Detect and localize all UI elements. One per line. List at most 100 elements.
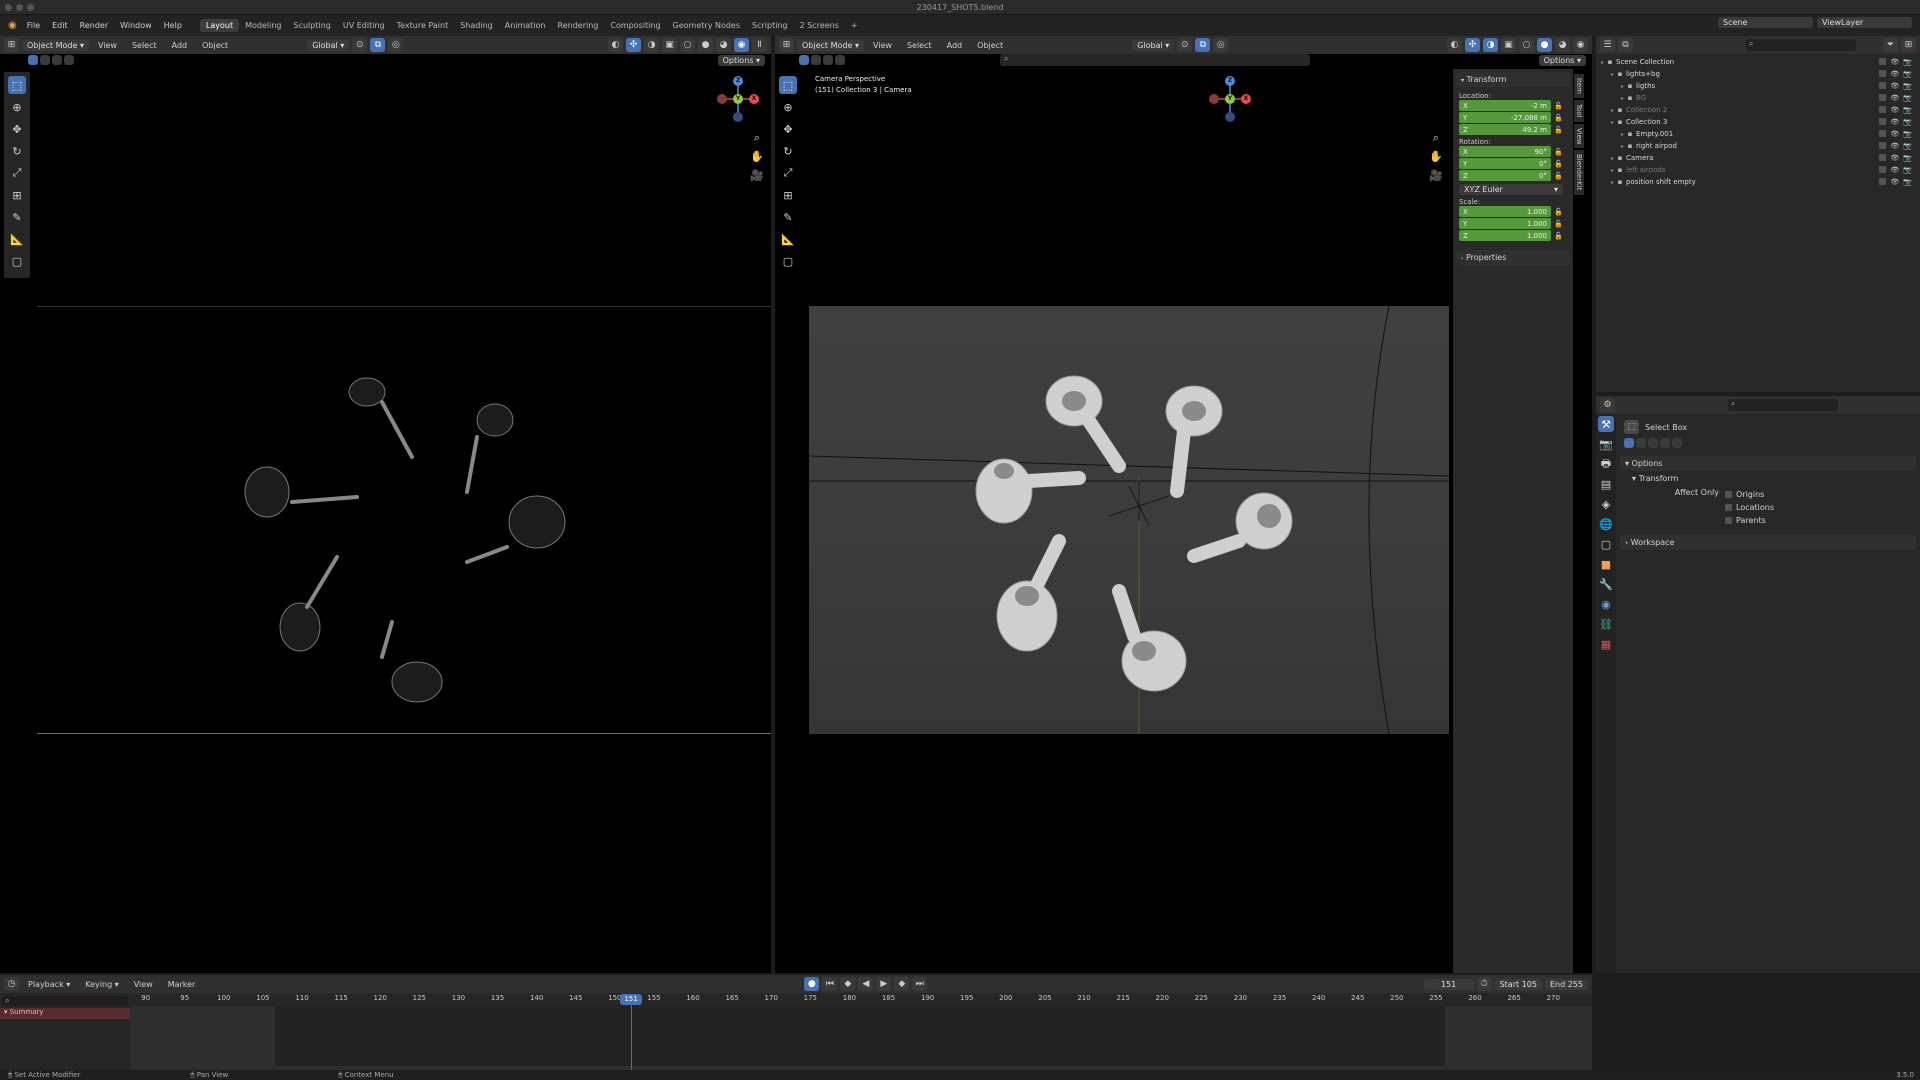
eye-icon[interactable]: 👁: [1890, 70, 1899, 78]
move-tool-icon[interactable]: ✥: [8, 120, 26, 138]
start-frame-field[interactable]: Start 105: [1494, 978, 1542, 990]
render-camera-icon[interactable]: 📷: [1903, 178, 1912, 186]
xray-icon[interactable]: ▣: [1501, 38, 1516, 52]
scene-tab-icon[interactable]: ◈: [1598, 496, 1614, 512]
modifier-tab-icon[interactable]: 🔧: [1598, 576, 1614, 592]
lock-icon[interactable]: 🔓: [1554, 126, 1563, 134]
play-icon[interactable]: ▶: [876, 977, 892, 991]
play-reverse-icon[interactable]: ◀: [858, 977, 874, 991]
eye-icon[interactable]: 👁: [1890, 142, 1899, 150]
menu-object[interactable]: Object: [196, 39, 234, 52]
rendered-shading-icon[interactable]: ◉: [1573, 38, 1588, 52]
gizmo-neg-z[interactable]: [1225, 112, 1235, 122]
checkbox[interactable]: [1725, 491, 1732, 498]
rotation-z-field[interactable]: Z 0°: [1459, 170, 1551, 181]
menu-view[interactable]: View: [867, 39, 898, 52]
lock-icon[interactable]: 🔓: [1554, 160, 1563, 168]
view-layer-tab-icon[interactable]: ▤: [1598, 476, 1614, 492]
cursor-tool-icon[interactable]: ⊕: [779, 98, 797, 116]
channel-search-field[interactable]: ⌕: [2, 996, 128, 1006]
overlay-icon[interactable]: ◑: [1483, 38, 1498, 52]
jump-end-icon[interactable]: ⏭: [912, 977, 928, 991]
menu-help[interactable]: Help: [158, 19, 188, 32]
editor-type-icon[interactable]: ☰: [1600, 38, 1615, 52]
expand-arrow-icon[interactable]: ▸: [1600, 143, 1624, 150]
rotation-y-field[interactable]: Y 0°: [1459, 158, 1551, 169]
blender-logo-icon[interactable]: ◉: [4, 20, 21, 31]
workspace-tab-sculpting[interactable]: Sculpting: [288, 19, 337, 32]
current-frame-field[interactable]: 151: [1423, 978, 1474, 990]
render-camera-icon[interactable]: 📷: [1903, 94, 1912, 102]
pause-render-icon[interactable]: Ⅱ: [752, 38, 767, 52]
workspace-tab-texture-paint[interactable]: Texture Paint: [391, 19, 455, 32]
gizmo-x[interactable]: X: [749, 94, 759, 104]
render-camera-icon[interactable]: 📷: [1903, 154, 1912, 162]
menu-add[interactable]: Add: [166, 39, 194, 52]
add-cube-tool-icon[interactable]: ▢: [8, 252, 26, 270]
left-viewport[interactable]: ⊞ Object Mode ▾ View Select Add Object G…: [0, 36, 771, 973]
eye-icon[interactable]: 👁: [1890, 154, 1899, 162]
playback-menu[interactable]: Playback ▾: [22, 978, 76, 991]
annotate-tool-icon[interactable]: ✎: [8, 208, 26, 226]
lock-icon[interactable]: 🔓: [1554, 102, 1563, 110]
next-keyframe-icon[interactable]: ◆: [894, 977, 910, 991]
marker-menu[interactable]: Marker: [162, 978, 202, 991]
zoom-icon[interactable]: ⌕: [750, 128, 764, 147]
frame-ruler[interactable]: 90 95 100 105 110 115 120 125 130 135 140 145 150 155…: [130, 994, 1592, 1006]
material-shading-icon[interactable]: ◕: [1555, 38, 1570, 52]
expand-arrow-icon[interactable]: ▸: [1600, 179, 1614, 186]
texture-tab-icon[interactable]: ▦: [1598, 636, 1614, 652]
select-box-tool-icon[interactable]: ⬚: [779, 76, 797, 94]
mode-selector[interactable]: Object Mode ▾: [797, 39, 864, 51]
expand-arrow-icon[interactable]: ▸: [1600, 95, 1624, 102]
cursor-tool-icon[interactable]: ⊕: [8, 98, 26, 116]
snap-icon[interactable]: ⧉: [370, 38, 386, 52]
menu-file[interactable]: File: [21, 19, 46, 32]
select-new-icon[interactable]: [799, 55, 809, 65]
select-subtract-icon[interactable]: [823, 55, 833, 65]
pivot-icon[interactable]: ⊙: [352, 38, 368, 52]
menu-select[interactable]: Select: [126, 39, 163, 52]
outliner-item[interactable]: ▸ ▪ Collection 3 👁 📷: [1600, 116, 1916, 128]
workspace-tab-geometry-nodes[interactable]: Geometry Nodes: [667, 19, 746, 32]
outliner-item[interactable]: ▸ ▪ position shift empty 👁 📷: [1600, 176, 1916, 188]
menu-render[interactable]: Render: [74, 19, 114, 32]
scale-y-field[interactable]: Y 1.000: [1459, 218, 1551, 229]
display-mode-icon[interactable]: ⧉: [1618, 38, 1633, 52]
snap-icon[interactable]: ⧉: [1195, 38, 1211, 52]
location-z-field[interactable]: Z 49.2 m: [1459, 124, 1551, 135]
view-menu[interactable]: View: [128, 978, 159, 991]
outliner-item[interactable]: ▸ ▪ Empty.001 👁 📷: [1600, 128, 1916, 140]
editor-type-icon[interactable]: ⊞: [779, 38, 794, 52]
gizmo-neg-z[interactable]: [733, 112, 743, 122]
solid-shading-icon[interactable]: ●: [698, 38, 713, 52]
properties-panel-header[interactable]: › Properties: [1456, 250, 1570, 265]
menu-view[interactable]: View: [92, 39, 123, 52]
eye-icon[interactable]: 👁: [1890, 58, 1899, 66]
checkbox[interactable]: [1725, 517, 1732, 524]
sidebar-tab-tool[interactable]: Tool: [1574, 99, 1584, 122]
location-x-field[interactable]: X -2 m: [1459, 100, 1551, 111]
workspace-tab-scripting[interactable]: Scripting: [746, 19, 794, 32]
select-box-tool-icon[interactable]: ⬚: [8, 76, 26, 94]
lock-icon[interactable]: 🔓: [1554, 220, 1563, 228]
auto-keying-icon[interactable]: ●: [804, 977, 820, 991]
rendered-shading-icon[interactable]: ◉: [734, 38, 749, 52]
workspace-tab-layout[interactable]: Layout: [199, 19, 240, 32]
options-section-header[interactable]: ▾ Options: [1620, 456, 1916, 471]
sidebar-tab-view[interactable]: View: [1574, 123, 1584, 149]
select-intersect-icon[interactable]: [1672, 438, 1682, 448]
proportional-icon[interactable]: ◎: [388, 38, 404, 52]
render-camera-icon[interactable]: 📷: [1903, 166, 1912, 174]
new-collection-icon[interactable]: ⊞: [1901, 38, 1916, 52]
render-camera-icon[interactable]: 📷: [1903, 118, 1912, 126]
expand-arrow-icon[interactable]: ▸: [1600, 131, 1624, 138]
workspace-tab-modeling[interactable]: Modeling: [239, 19, 287, 32]
select-subtract-icon[interactable]: [1648, 438, 1658, 448]
wireframe-shading-icon[interactable]: ○: [1519, 38, 1534, 52]
outliner-search-field[interactable]: ⌕: [1746, 39, 1856, 51]
gizmo-y[interactable]: Y: [1225, 94, 1235, 104]
orientation-selector[interactable]: Global ▾: [1132, 39, 1175, 51]
lock-icon[interactable]: 🔓: [1554, 172, 1563, 180]
xray-icon[interactable]: ▣: [662, 38, 677, 52]
